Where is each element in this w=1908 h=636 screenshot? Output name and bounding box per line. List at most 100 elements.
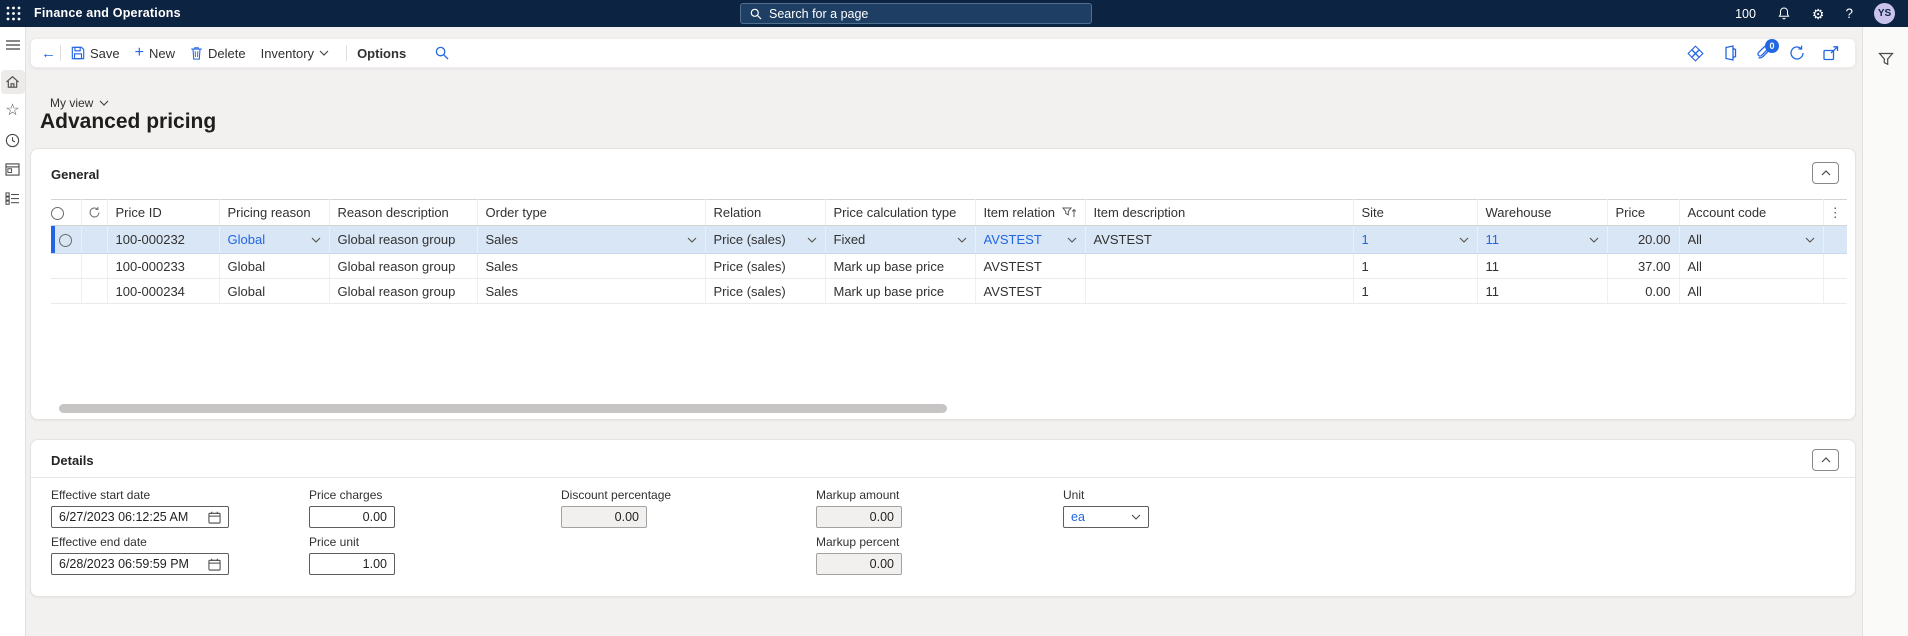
toolbar-search-button[interactable] bbox=[435, 46, 449, 60]
relation-value[interactable]: Price (sales) bbox=[714, 232, 786, 247]
cell-price-id[interactable]: 100-000234 bbox=[107, 278, 220, 304]
row-select-cell[interactable] bbox=[51, 278, 82, 304]
grid-more-options[interactable]: ⋮ bbox=[1823, 199, 1847, 226]
cell-reason-description[interactable]: Global reason group bbox=[329, 225, 478, 254]
row-select-cell[interactable] bbox=[51, 225, 82, 254]
cell-site[interactable]: 1 bbox=[1353, 253, 1478, 279]
chevron-down-icon[interactable] bbox=[687, 237, 697, 243]
collapse-general-button[interactable] bbox=[1812, 162, 1839, 184]
effective-end-date-input[interactable]: 6/28/2023 06:59:59 PM bbox=[51, 553, 229, 575]
account-code-value[interactable]: All bbox=[1688, 232, 1702, 247]
cell-relation[interactable]: Price (sales) bbox=[705, 278, 826, 304]
cell-relation[interactable]: Price (sales) bbox=[705, 225, 826, 254]
chevron-down-icon[interactable] bbox=[1067, 237, 1077, 243]
notifications-bell-icon[interactable] bbox=[1777, 6, 1791, 21]
chevron-down-icon[interactable] bbox=[807, 237, 817, 243]
column-header-order-type[interactable]: Order type bbox=[477, 199, 706, 226]
inventory-menu-button[interactable]: Inventory bbox=[261, 46, 329, 61]
calendar-icon[interactable] bbox=[208, 511, 221, 524]
column-header-item-relation[interactable]: Item relation bbox=[975, 199, 1086, 226]
warehouse-value[interactable]: 11 bbox=[1486, 232, 1500, 247]
column-header-account-code[interactable]: Account code bbox=[1679, 199, 1824, 226]
column-header-price[interactable]: Price bbox=[1607, 199, 1680, 226]
cell-account-code[interactable]: All bbox=[1679, 225, 1824, 254]
cell-account-code[interactable]: All bbox=[1679, 253, 1824, 279]
open-in-new-window-icon[interactable] bbox=[1823, 45, 1839, 61]
cell-price-calculation-type[interactable]: Fixed bbox=[825, 225, 976, 254]
cell-relation[interactable]: Price (sales) bbox=[705, 253, 826, 279]
cell-account-code[interactable]: All bbox=[1679, 278, 1824, 304]
table-row[interactable]: 100-000233 Global Global reason group Sa… bbox=[51, 253, 1847, 279]
filter-pane-button[interactable] bbox=[1874, 47, 1898, 71]
save-button[interactable]: Save bbox=[71, 46, 120, 61]
select-all-radio[interactable] bbox=[51, 207, 64, 221]
expand-menu-button[interactable] bbox=[1, 33, 25, 57]
cell-warehouse[interactable]: 11 bbox=[1477, 225, 1608, 254]
order-type-value[interactable]: Sales bbox=[486, 232, 519, 247]
cell-price-calculation-type[interactable]: Mark up base price bbox=[825, 253, 976, 279]
column-header-pricing-reason[interactable]: Pricing reason bbox=[219, 199, 330, 226]
column-header-site[interactable]: Site bbox=[1353, 199, 1478, 226]
workspaces-nav-button[interactable] bbox=[1, 157, 25, 181]
cell-item-description[interactable]: AVSTEST bbox=[1085, 225, 1354, 254]
table-row-selected[interactable]: 100-000232 Global Global reason group Sa… bbox=[51, 225, 1847, 254]
cell-price-id[interactable]: 100-000232 bbox=[107, 225, 220, 254]
cell-site[interactable]: 1 bbox=[1353, 225, 1478, 254]
price-calculation-type-value[interactable]: Fixed bbox=[834, 232, 866, 247]
cell-order-type[interactable]: Sales bbox=[477, 253, 706, 279]
new-button[interactable]: + New bbox=[135, 45, 175, 61]
options-tab[interactable]: Options bbox=[357, 46, 406, 61]
select-all-cell[interactable] bbox=[51, 199, 82, 226]
unit-select[interactable]: ea bbox=[1063, 506, 1149, 528]
cell-price-calculation-type[interactable]: Mark up base price bbox=[825, 278, 976, 304]
price-unit-input[interactable]: 1.00 bbox=[309, 553, 395, 575]
chevron-down-icon[interactable] bbox=[311, 237, 321, 243]
modules-nav-button[interactable] bbox=[1, 186, 25, 210]
column-header-reason-description[interactable]: Reason description bbox=[329, 199, 478, 226]
column-header-price-id[interactable]: Price ID bbox=[107, 199, 220, 226]
power-apps-icon[interactable] bbox=[1687, 44, 1704, 62]
cell-price[interactable]: 0.00 bbox=[1607, 278, 1680, 304]
table-row[interactable]: 100-000234 Global Global reason group Sa… bbox=[51, 278, 1847, 304]
chevron-down-icon[interactable] bbox=[1805, 237, 1815, 243]
cell-pricing-reason[interactable]: Global bbox=[219, 278, 330, 304]
cell-site[interactable]: 1 bbox=[1353, 278, 1478, 304]
site-value[interactable]: 1 bbox=[1362, 232, 1369, 247]
pricing-reason-value[interactable]: Global bbox=[228, 232, 266, 247]
cell-reason-description[interactable]: Global reason group bbox=[329, 253, 478, 279]
row-select-cell[interactable] bbox=[51, 253, 82, 279]
chevron-down-icon[interactable] bbox=[957, 237, 967, 243]
horizontal-scrollbar[interactable] bbox=[59, 404, 947, 413]
favorites-nav-button[interactable]: ☆ bbox=[1, 99, 25, 123]
settings-gear-icon[interactable]: ⚙ bbox=[1812, 7, 1825, 21]
recents-nav-button[interactable] bbox=[1, 128, 25, 152]
cell-pricing-reason[interactable]: Global bbox=[219, 253, 330, 279]
cell-order-type[interactable]: Sales bbox=[477, 225, 706, 254]
view-selector[interactable]: My view bbox=[50, 96, 109, 110]
cell-price[interactable]: 37.00 bbox=[1607, 253, 1680, 279]
cell-item-description[interactable] bbox=[1085, 253, 1354, 279]
item-relation-value[interactable]: AVSTEST bbox=[984, 232, 1042, 247]
column-header-warehouse[interactable]: Warehouse bbox=[1477, 199, 1608, 226]
user-avatar[interactable]: YS bbox=[1874, 3, 1895, 24]
cell-order-type[interactable]: Sales bbox=[477, 278, 706, 304]
calendar-icon[interactable] bbox=[208, 558, 221, 571]
page-search-box[interactable]: Search for a page bbox=[740, 3, 1092, 24]
collapse-details-button[interactable] bbox=[1812, 449, 1839, 471]
column-header-item-description[interactable]: Item description bbox=[1085, 199, 1354, 226]
app-launcher-waffle-icon[interactable] bbox=[0, 0, 27, 27]
attachments-button[interactable]: 0 bbox=[1756, 38, 1779, 62]
cell-price[interactable]: 20.00 bbox=[1607, 225, 1680, 254]
cell-item-relation[interactable]: AVSTEST bbox=[975, 253, 1086, 279]
chevron-down-icon[interactable] bbox=[1131, 514, 1141, 520]
delete-button[interactable]: Delete bbox=[190, 46, 246, 61]
chevron-down-icon[interactable] bbox=[1589, 237, 1599, 243]
cell-reason-description[interactable]: Global reason group bbox=[329, 278, 478, 304]
cell-warehouse[interactable]: 11 bbox=[1477, 278, 1608, 304]
cell-warehouse[interactable]: 11 bbox=[1477, 253, 1608, 279]
refresh-icon[interactable] bbox=[1789, 45, 1805, 61]
price-charges-input[interactable]: 0.00 bbox=[309, 506, 395, 528]
back-button[interactable]: ← bbox=[41, 45, 56, 62]
effective-start-date-input[interactable]: 6/27/2023 06:12:25 AM bbox=[51, 506, 229, 528]
cell-pricing-reason[interactable]: Global bbox=[219, 225, 330, 254]
